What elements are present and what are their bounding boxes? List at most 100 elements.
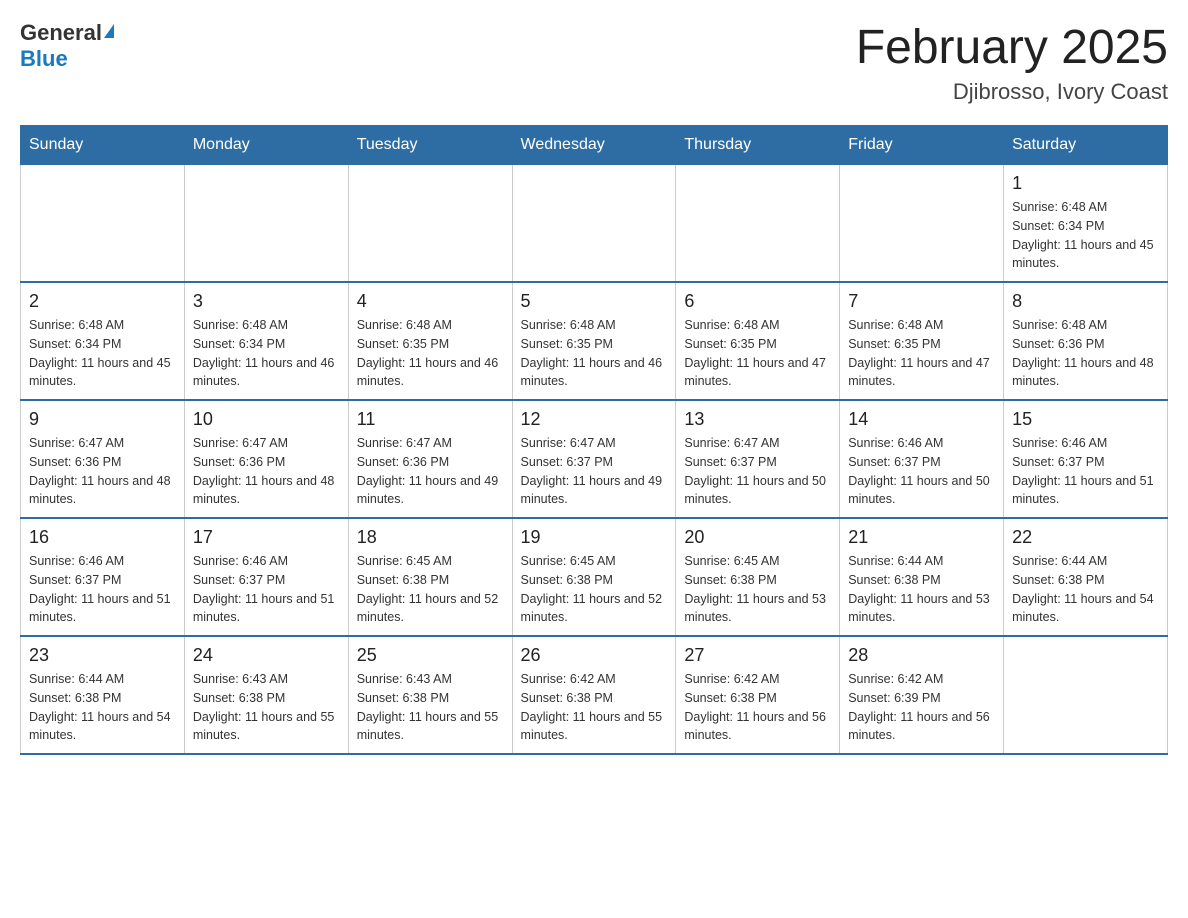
day-number: 7 — [848, 291, 995, 312]
calendar-cell — [348, 165, 512, 283]
day-info: Sunrise: 6:48 AM Sunset: 6:34 PM Dayligh… — [1012, 198, 1159, 273]
logo-blue-text: Blue — [20, 46, 68, 72]
calendar-cell: 2 Sunrise: 6:48 AM Sunset: 6:34 PM Daylig… — [21, 282, 185, 400]
day-number: 21 — [848, 527, 995, 548]
calendar-header-row: SundayMondayTuesdayWednesdayThursdayFrid… — [21, 126, 1168, 165]
day-info: Sunrise: 6:48 AM Sunset: 6:34 PM Dayligh… — [29, 316, 176, 391]
day-number: 1 — [1012, 173, 1159, 194]
day-info: Sunrise: 6:44 AM Sunset: 6:38 PM Dayligh… — [848, 552, 995, 627]
day-number: 15 — [1012, 409, 1159, 430]
logo-general-word: General — [20, 20, 102, 46]
location-label: Djibrosso, Ivory Coast — [856, 79, 1168, 105]
day-info: Sunrise: 6:43 AM Sunset: 6:38 PM Dayligh… — [193, 670, 340, 745]
day-number: 2 — [29, 291, 176, 312]
day-info: Sunrise: 6:45 AM Sunset: 6:38 PM Dayligh… — [357, 552, 504, 627]
day-number: 6 — [684, 291, 831, 312]
day-number: 3 — [193, 291, 340, 312]
calendar-week-row: 23Sunrise: 6:44 AM Sunset: 6:38 PM Dayli… — [21, 636, 1168, 754]
calendar-cell: 10Sunrise: 6:47 AM Sunset: 6:36 PM Dayli… — [184, 400, 348, 518]
calendar-cell — [1004, 636, 1168, 754]
day-number: 18 — [357, 527, 504, 548]
day-number: 11 — [357, 409, 504, 430]
day-number: 5 — [521, 291, 668, 312]
day-number: 12 — [521, 409, 668, 430]
day-info: Sunrise: 6:47 AM Sunset: 6:37 PM Dayligh… — [521, 434, 668, 509]
day-of-week-header: Monday — [184, 126, 348, 165]
day-info: Sunrise: 6:48 AM Sunset: 6:35 PM Dayligh… — [848, 316, 995, 391]
day-number: 25 — [357, 645, 504, 666]
day-number: 24 — [193, 645, 340, 666]
day-info: Sunrise: 6:46 AM Sunset: 6:37 PM Dayligh… — [29, 552, 176, 627]
day-info: Sunrise: 6:46 AM Sunset: 6:37 PM Dayligh… — [848, 434, 995, 509]
month-title: February 2025 — [856, 20, 1168, 75]
calendar-cell: 8 Sunrise: 6:48 AM Sunset: 6:36 PM Daylig… — [1004, 282, 1168, 400]
day-info: Sunrise: 6:46 AM Sunset: 6:37 PM Dayligh… — [193, 552, 340, 627]
calendar-cell: 19 Sunrise: 6:45 AM Sunset: 6:38 PM Dayli… — [512, 518, 676, 636]
day-info: Sunrise: 6:47 AM Sunset: 6:37 PM Dayligh… — [684, 434, 831, 509]
title-section: February 2025 Djibrosso, Ivory Coast — [856, 20, 1168, 105]
calendar-week-row: 1 Sunrise: 6:48 AM Sunset: 6:34 PM Daylig… — [21, 165, 1168, 283]
calendar-cell: 14 Sunrise: 6:46 AM Sunset: 6:37 PM Dayli… — [840, 400, 1004, 518]
day-info: Sunrise: 6:42 AM Sunset: 6:39 PM Dayligh… — [848, 670, 995, 745]
calendar-week-row: 9 Sunrise: 6:47 AM Sunset: 6:36 PM Daylig… — [21, 400, 1168, 518]
calendar-cell: 12 Sunrise: 6:47 AM Sunset: 6:37 PM Dayli… — [512, 400, 676, 518]
day-number: 9 — [29, 409, 176, 430]
day-number: 13 — [684, 409, 831, 430]
calendar-cell: 4Sunrise: 6:48 AM Sunset: 6:35 PM Daylig… — [348, 282, 512, 400]
logo: General Blue — [20, 20, 114, 72]
day-info: Sunrise: 6:47 AM Sunset: 6:36 PM Dayligh… — [357, 434, 504, 509]
day-info: Sunrise: 6:48 AM Sunset: 6:35 PM Dayligh… — [521, 316, 668, 391]
calendar-cell: 1 Sunrise: 6:48 AM Sunset: 6:34 PM Daylig… — [1004, 165, 1168, 283]
calendar-week-row: 16 Sunrise: 6:46 AM Sunset: 6:37 PM Dayli… — [21, 518, 1168, 636]
day-of-week-header: Wednesday — [512, 126, 676, 165]
day-number: 26 — [521, 645, 668, 666]
calendar-cell: 11 Sunrise: 6:47 AM Sunset: 6:36 PM Dayli… — [348, 400, 512, 518]
day-of-week-header: Sunday — [21, 126, 185, 165]
calendar-cell: 25 Sunrise: 6:43 AM Sunset: 6:38 PM Dayli… — [348, 636, 512, 754]
calendar-cell: 20 Sunrise: 6:45 AM Sunset: 6:38 PM Dayli… — [676, 518, 840, 636]
day-info: Sunrise: 6:48 AM Sunset: 6:36 PM Dayligh… — [1012, 316, 1159, 391]
day-number: 22 — [1012, 527, 1159, 548]
calendar-cell: 17 Sunrise: 6:46 AM Sunset: 6:37 PM Dayli… — [184, 518, 348, 636]
calendar-cell — [512, 165, 676, 283]
day-of-week-header: Thursday — [676, 126, 840, 165]
calendar-cell: 26Sunrise: 6:42 AM Sunset: 6:38 PM Dayli… — [512, 636, 676, 754]
calendar-table: SundayMondayTuesdayWednesdayThursdayFrid… — [20, 125, 1168, 755]
day-info: Sunrise: 6:44 AM Sunset: 6:38 PM Dayligh… — [29, 670, 176, 745]
calendar-cell: 5 Sunrise: 6:48 AM Sunset: 6:35 PM Daylig… — [512, 282, 676, 400]
calendar-cell — [184, 165, 348, 283]
day-info: Sunrise: 6:42 AM Sunset: 6:38 PM Dayligh… — [684, 670, 831, 745]
calendar-cell: 7 Sunrise: 6:48 AM Sunset: 6:35 PM Daylig… — [840, 282, 1004, 400]
day-number: 17 — [193, 527, 340, 548]
day-info: Sunrise: 6:45 AM Sunset: 6:38 PM Dayligh… — [521, 552, 668, 627]
logo-general-text: General — [20, 20, 114, 46]
day-number: 28 — [848, 645, 995, 666]
day-number: 8 — [1012, 291, 1159, 312]
calendar-cell — [21, 165, 185, 283]
day-info: Sunrise: 6:43 AM Sunset: 6:38 PM Dayligh… — [357, 670, 504, 745]
day-of-week-header: Friday — [840, 126, 1004, 165]
day-info: Sunrise: 6:45 AM Sunset: 6:38 PM Dayligh… — [684, 552, 831, 627]
day-number: 19 — [521, 527, 668, 548]
calendar-cell: 15 Sunrise: 6:46 AM Sunset: 6:37 PM Dayli… — [1004, 400, 1168, 518]
calendar-cell: 27 Sunrise: 6:42 AM Sunset: 6:38 PM Dayli… — [676, 636, 840, 754]
calendar-cell: 22 Sunrise: 6:44 AM Sunset: 6:38 PM Dayli… — [1004, 518, 1168, 636]
day-number: 20 — [684, 527, 831, 548]
calendar-cell — [840, 165, 1004, 283]
day-number: 27 — [684, 645, 831, 666]
day-of-week-header: Tuesday — [348, 126, 512, 165]
day-info: Sunrise: 6:44 AM Sunset: 6:38 PM Dayligh… — [1012, 552, 1159, 627]
calendar-cell: 6Sunrise: 6:48 AM Sunset: 6:35 PM Daylig… — [676, 282, 840, 400]
calendar-cell: 21 Sunrise: 6:44 AM Sunset: 6:38 PM Dayli… — [840, 518, 1004, 636]
day-number: 14 — [848, 409, 995, 430]
day-info: Sunrise: 6:48 AM Sunset: 6:35 PM Dayligh… — [357, 316, 504, 391]
calendar-cell: 3 Sunrise: 6:48 AM Sunset: 6:34 PM Daylig… — [184, 282, 348, 400]
day-info: Sunrise: 6:46 AM Sunset: 6:37 PM Dayligh… — [1012, 434, 1159, 509]
calendar-cell: 24 Sunrise: 6:43 AM Sunset: 6:38 PM Dayli… — [184, 636, 348, 754]
day-info: Sunrise: 6:47 AM Sunset: 6:36 PM Dayligh… — [29, 434, 176, 509]
day-info: Sunrise: 6:48 AM Sunset: 6:34 PM Dayligh… — [193, 316, 340, 391]
day-number: 16 — [29, 527, 176, 548]
page-header: General Blue February 2025 Djibrosso, Iv… — [20, 20, 1168, 105]
calendar-cell: 28 Sunrise: 6:42 AM Sunset: 6:39 PM Dayli… — [840, 636, 1004, 754]
day-of-week-header: Saturday — [1004, 126, 1168, 165]
